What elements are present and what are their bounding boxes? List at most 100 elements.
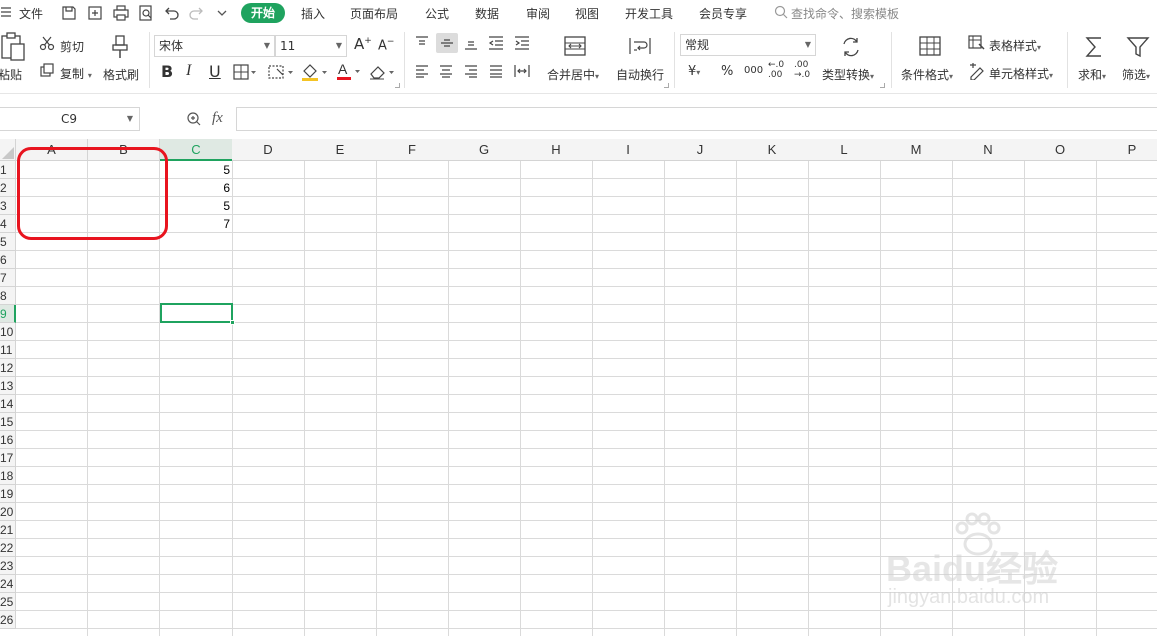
column-header-d[interactable]: D [232,139,305,161]
column-header-c[interactable]: C [160,139,233,161]
tab-member[interactable]: 会员专享 [699,5,747,22]
formula-input[interactable] [236,107,1157,131]
decrease-decimal-button[interactable]: .00 →.0 [794,60,814,80]
row-header-6[interactable]: 6 [0,251,16,269]
row-header-18[interactable]: 18 [0,467,16,485]
distributed-align-icon[interactable] [513,62,531,83]
row-header-19[interactable]: 19 [0,485,16,503]
column-header-k[interactable]: K [736,139,809,161]
tab-insert[interactable]: 插入 [301,5,325,22]
column-header-i[interactable]: I [592,139,665,161]
hamburger-icon[interactable] [0,5,12,19]
sum-button[interactable]: 求和▾ [1078,66,1106,83]
row-header-21[interactable]: 21 [0,521,16,539]
row-header-20[interactable]: 20 [0,503,16,521]
align-right-icon[interactable] [463,63,479,82]
cell-c1[interactable]: 5 [160,161,233,179]
tab-formulas[interactable]: 公式 [425,5,449,22]
column-header-n[interactable]: N [952,139,1025,161]
print-preview-icon[interactable] [137,4,155,22]
column-header-o[interactable]: O [1024,139,1097,161]
row-header-5[interactable]: 5 [0,233,16,251]
wrap-text-icon[interactable] [628,35,652,60]
row-header-16[interactable]: 16 [0,431,16,449]
bold-button[interactable]: B [161,62,173,81]
zoom-search-icon[interactable] [186,111,202,130]
conditional-format-icon[interactable] [918,35,942,60]
clear-format-icon[interactable] [368,63,398,84]
filter-button[interactable]: 筛选▾ [1122,66,1150,83]
row-header-26[interactable]: 26 [0,611,16,629]
tab-developer[interactable]: 开发工具 [625,5,673,22]
table-style-button[interactable]: 表格样式▾ [989,37,1041,54]
align-bottom-icon[interactable] [463,35,479,54]
conditional-format-button[interactable]: 条件格式▾ [901,66,953,83]
justify-icon[interactable] [488,63,504,82]
type-convert-icon[interactable] [840,36,862,61]
row-header-22[interactable]: 22 [0,539,16,557]
cell-c2[interactable]: 6 [160,179,233,197]
font-size-select[interactable]: 11 ▼ [275,35,347,57]
merge-center-button[interactable]: 合并居中▾ [547,66,599,83]
tab-data[interactable]: 数据 [475,5,499,22]
fill-color-icon[interactable] [300,62,330,85]
redo-icon[interactable] [188,4,206,22]
increase-font-size-button[interactable]: A+ [354,35,372,53]
align-top-icon[interactable] [414,35,430,54]
borders-icon[interactable] [233,64,257,83]
format-painter-button[interactable]: 格式刷 [103,66,139,83]
menu-file[interactable]: 文件 [19,5,43,22]
row-header-8[interactable]: 8 [0,287,16,305]
column-header-j[interactable]: J [664,139,737,161]
table-style-icon[interactable] [968,35,986,54]
merge-center-icon[interactable] [563,35,587,60]
paste-button[interactable]: 粘贴 [0,66,22,83]
decrease-font-size-button[interactable]: A− [378,37,394,53]
row-header-3[interactable]: 3 [0,197,16,215]
cut-icon[interactable] [39,35,55,54]
search-command-input[interactable]: 查找命令、搜索模板 [791,5,899,22]
column-header-f[interactable]: F [376,139,449,161]
font-color-icon[interactable]: A [336,61,364,84]
format-painter-icon[interactable] [110,34,132,63]
select-all-corner[interactable] [0,139,16,161]
fx-button[interactable]: fx [212,110,223,127]
thousands-separator-button[interactable]: 000 [744,65,763,76]
row-header-7[interactable]: 7 [0,269,16,287]
column-header-p[interactable]: P [1096,139,1157,161]
align-middle-icon[interactable] [436,33,458,53]
cell-style-icon[interactable] [968,62,986,83]
font-name-select[interactable]: 宋体 ▼ [154,35,275,57]
export-icon[interactable] [86,4,104,22]
increase-indent-icon[interactable] [513,35,531,54]
tab-page-layout[interactable]: 页面布局 [350,5,398,22]
filter-icon[interactable] [1126,35,1150,62]
italic-button[interactable]: I [186,62,191,80]
tab-view[interactable]: 视图 [575,5,599,22]
row-header-10[interactable]: 10 [0,323,16,341]
copy-button[interactable]: 复制 ▾ [60,65,92,82]
currency-button[interactable]: ¥▾ [688,64,700,79]
fill-handle[interactable] [230,320,235,325]
row-header-13[interactable]: 13 [0,377,16,395]
cell-c3[interactable]: 5 [160,197,233,215]
row-header-17[interactable]: 17 [0,449,16,467]
alignment-dialog-launcher[interactable] [664,83,669,88]
tab-home[interactable]: 开始 [241,3,285,23]
row-header-2[interactable]: 2 [0,179,16,197]
align-center-icon[interactable] [438,63,454,82]
row-header-4[interactable]: 4 [0,215,16,233]
tab-review[interactable]: 审阅 [526,5,550,22]
print-icon[interactable] [112,4,130,22]
number-format-select[interactable]: 常规 ▼ [680,34,816,56]
decrease-indent-icon[interactable] [487,35,505,54]
font-dialog-launcher[interactable] [395,83,400,88]
column-header-e[interactable]: E [304,139,377,161]
cell-style-button[interactable]: 单元格样式▾ [989,65,1053,82]
row-header-11[interactable]: 11 [0,341,16,359]
cut-button[interactable]: 剪切 [60,38,84,55]
row-header-9[interactable]: 9 [0,305,16,323]
align-left-icon[interactable] [414,63,430,82]
row-header-15[interactable]: 15 [0,413,16,431]
underline-button[interactable]: U [209,62,221,81]
